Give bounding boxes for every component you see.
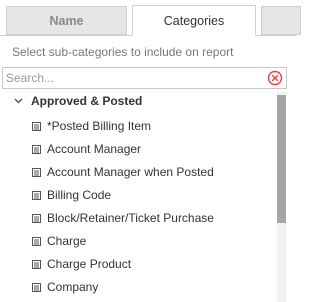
list-item-label: Charge [47,234,87,248]
tab-overflow[interactable] [261,6,301,35]
list-item-label: Block/Retainer/Ticket Purchase [47,211,214,225]
list-icon [32,260,41,269]
list-item-label: *Posted Billing Item [47,119,152,133]
instruction-text: Select sub-categories to include on repo… [12,45,234,59]
list-item[interactable]: Billing Code [32,187,272,205]
search-input[interactable] [6,70,256,86]
list-item[interactable]: Charge [32,233,272,251]
list-icon [32,283,41,292]
list-item[interactable]: Company [32,279,272,297]
list-icon [32,122,41,131]
list-icon [32,237,41,246]
tab-categories[interactable]: Categories [132,5,256,36]
tab-bar: Name Categories [0,0,301,36]
clear-circle-x-icon[interactable] [267,70,283,86]
list-item-label: Company [47,280,99,294]
scrollbar-thumb[interactable] [277,95,286,223]
list-item[interactable]: *Posted Billing Item [32,118,272,136]
list-item-label: Charge Product [47,257,132,271]
search-box [2,67,287,89]
tab-categories-label: Categories [163,13,225,28]
list-item[interactable]: Block/Retainer/Ticket Purchase [32,210,272,228]
list-item[interactable]: Account Manager when Posted [32,164,272,182]
group-approved-posted[interactable]: Approved & Posted [31,94,142,108]
list-icon [32,145,41,154]
list-item[interactable]: Charge Product [32,256,272,274]
category-tree: Approved & Posted *Posted Billing Item A… [0,92,296,302]
list-item-label: Billing Code [47,188,112,202]
list-icon [32,214,41,223]
list-item-label: Account Manager [47,142,142,156]
list-item-label: Account Manager when Posted [47,165,214,179]
list-icon [32,191,41,200]
chevron-down-icon[interactable] [14,98,23,104]
list-item[interactable]: Account Manager [32,141,272,159]
tab-name-label: Name [49,13,84,28]
tab-name[interactable]: Name [6,6,127,35]
list-icon [32,168,41,177]
